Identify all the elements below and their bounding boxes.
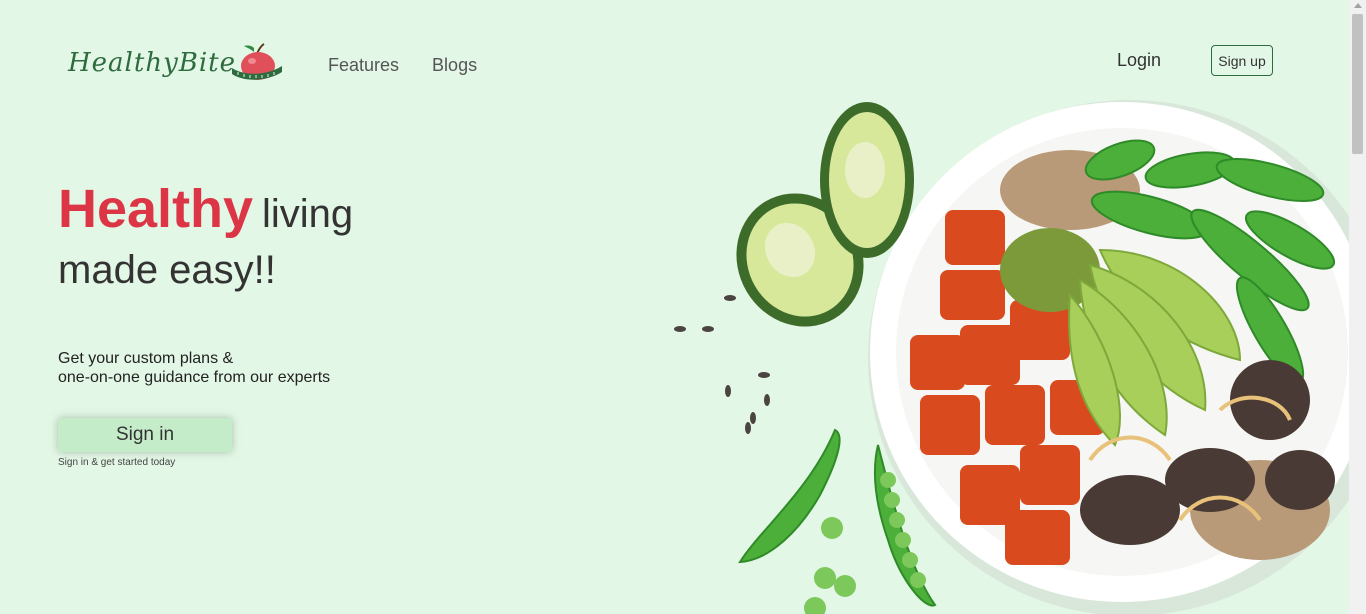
nav-features-link[interactable]: Features: [328, 55, 399, 76]
hero-title: Healthy living made easy!!: [58, 182, 353, 297]
login-link[interactable]: Login: [1117, 50, 1161, 71]
page-scrollbar[interactable]: [1349, 0, 1366, 614]
scroll-up-arrow-icon[interactable]: [1354, 3, 1362, 8]
hero-title-line2: made easy!!: [58, 248, 276, 292]
signin-button[interactable]: Sign in: [58, 418, 232, 452]
apple-measuring-tape-icon: [232, 43, 283, 80]
hero-subtitle-line1: Get your custom plans &: [58, 350, 234, 367]
signup-button[interactable]: Sign up: [1211, 45, 1273, 76]
nav-blogs-link[interactable]: Blogs: [432, 55, 477, 76]
hero-title-rest: living: [261, 192, 354, 236]
brand-logo[interactable]: HealthyBite: [68, 43, 284, 82]
food-bowl-image: [674, 100, 1350, 614]
scrollbar-thumb[interactable]: [1352, 14, 1363, 154]
main-nav: Features Blogs: [328, 55, 477, 76]
hero-title-strong: Healthy: [58, 179, 254, 239]
hero-subtitle-line2: one-on-one guidance from our experts: [58, 369, 331, 386]
signin-hint: Sign in & get started today: [58, 457, 176, 468]
hero-subtitle: Get your custom plans & one-on-one guida…: [58, 349, 330, 387]
brand-name: HealthyBite: [68, 48, 237, 78]
